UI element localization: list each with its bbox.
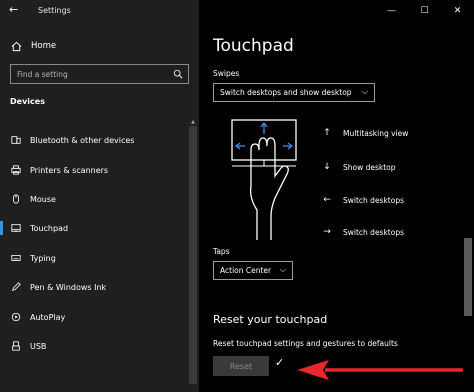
taps-label: Taps: [213, 247, 230, 256]
autoplay-icon: [11, 312, 21, 322]
minimize-button[interactable]: —: [375, 0, 408, 22]
sidebar-item-label: USB: [30, 341, 47, 351]
sidebar-scrollbar[interactable]: [189, 126, 197, 384]
main-panel: — ☐ ✕ Touchpad Swipes Switch desktops an…: [199, 0, 474, 392]
printer-icon: [11, 165, 21, 175]
sidebar-item-typing[interactable]: Typing: [0, 248, 190, 268]
touchpad-icon: [11, 224, 21, 232]
swipes-dropdown[interactable]: Switch desktops and show desktop ⌵: [213, 83, 375, 102]
sidebar-item-pen[interactable]: Pen & Windows Ink: [0, 277, 190, 297]
gesture-label: Multitasking view: [343, 128, 409, 138]
sidebar-item-bluetooth[interactable]: Bluetooth & other devices: [0, 130, 190, 150]
keyboard-icon: [11, 255, 21, 261]
title-bar: ← Settings: [0, 0, 199, 22]
app-title: Settings: [38, 6, 71, 15]
sidebar-item-touchpad[interactable]: Touchpad: [0, 218, 190, 238]
chevron-down-icon: ⌵: [361, 87, 368, 96]
reset-button[interactable]: Reset: [213, 356, 269, 376]
sidebar-item-label: AutoPlay: [30, 312, 66, 322]
main-scrollbar[interactable]: [464, 238, 472, 316]
sidebar-item-autoplay[interactable]: AutoPlay: [0, 307, 190, 327]
red-arrow-annotation-icon: [297, 360, 463, 380]
arrow-down-icon: ↓: [323, 162, 331, 172]
gesture-switch-desktops-left: ← Switch desktops: [319, 193, 404, 207]
sidebar: ← Settings Home Devices Bluetooth & othe…: [0, 0, 199, 392]
home-icon: [11, 41, 22, 51]
sidebar-item-label: Bluetooth & other devices: [30, 135, 135, 145]
gesture-label: Switch desktops: [343, 227, 405, 237]
gesture-label: Switch desktops: [343, 195, 405, 205]
swipes-label: Swipes: [213, 69, 240, 78]
taps-dropdown[interactable]: Action Center ⌵: [213, 261, 293, 280]
reset-description: Reset touchpad settings and gestures to …: [213, 339, 398, 348]
sidebar-scroll-up-icon[interactable]: ▲: [189, 119, 197, 126]
home-label: Home: [31, 41, 57, 51]
chevron-down-icon: ⌵: [279, 265, 286, 274]
sidebar-item-usb[interactable]: USB: [0, 336, 190, 356]
home-nav-item[interactable]: Home: [11, 39, 56, 53]
window-controls: — ☐ ✕: [375, 0, 474, 22]
section-title: Devices: [10, 97, 45, 106]
pen-icon: [12, 282, 21, 291]
arrow-right-icon: →: [323, 227, 331, 237]
mouse-icon: [13, 194, 19, 204]
arrow-left-icon: ←: [323, 195, 331, 205]
search-icon[interactable]: [173, 69, 183, 79]
search-input[interactable]: [17, 68, 167, 80]
close-button[interactable]: ✕: [441, 0, 474, 22]
bluetooth-icon: [11, 136, 21, 144]
maximize-button[interactable]: ☐: [408, 0, 441, 22]
checkmark-icon: ✓: [275, 356, 285, 369]
sidebar-item-label: Typing: [30, 253, 56, 263]
swipes-dropdown-value: Switch desktops and show desktop: [220, 88, 352, 97]
sidebar-item-printers[interactable]: Printers & scanners: [0, 160, 190, 180]
sidebar-item-mouse[interactable]: Mouse: [0, 189, 190, 209]
sidebar-item-label: Mouse: [30, 194, 56, 204]
sidebar-item-label: Printers & scanners: [30, 165, 109, 175]
taps-dropdown-value: Action Center: [220, 266, 272, 275]
gesture-label: Show desktop: [343, 162, 396, 172]
reset-section-title: Reset your touchpad: [213, 313, 328, 326]
search-box[interactable]: [10, 64, 189, 84]
arrow-up-icon: ↑: [323, 128, 331, 138]
touchpad-gesture-illustration: [231, 119, 297, 240]
gesture-switch-desktops-right: → Switch desktops: [319, 225, 404, 239]
back-arrow-icon[interactable]: ←: [9, 3, 18, 16]
gesture-multitasking-view: ↑ Multitasking view: [319, 126, 408, 140]
usb-icon: [12, 341, 20, 351]
gesture-show-desktop: ↓ Show desktop: [319, 160, 396, 174]
sidebar-item-label: Touchpad: [30, 223, 69, 233]
sidebar-item-label: Pen & Windows Ink: [30, 282, 107, 292]
page-title: Touchpad: [213, 36, 294, 56]
